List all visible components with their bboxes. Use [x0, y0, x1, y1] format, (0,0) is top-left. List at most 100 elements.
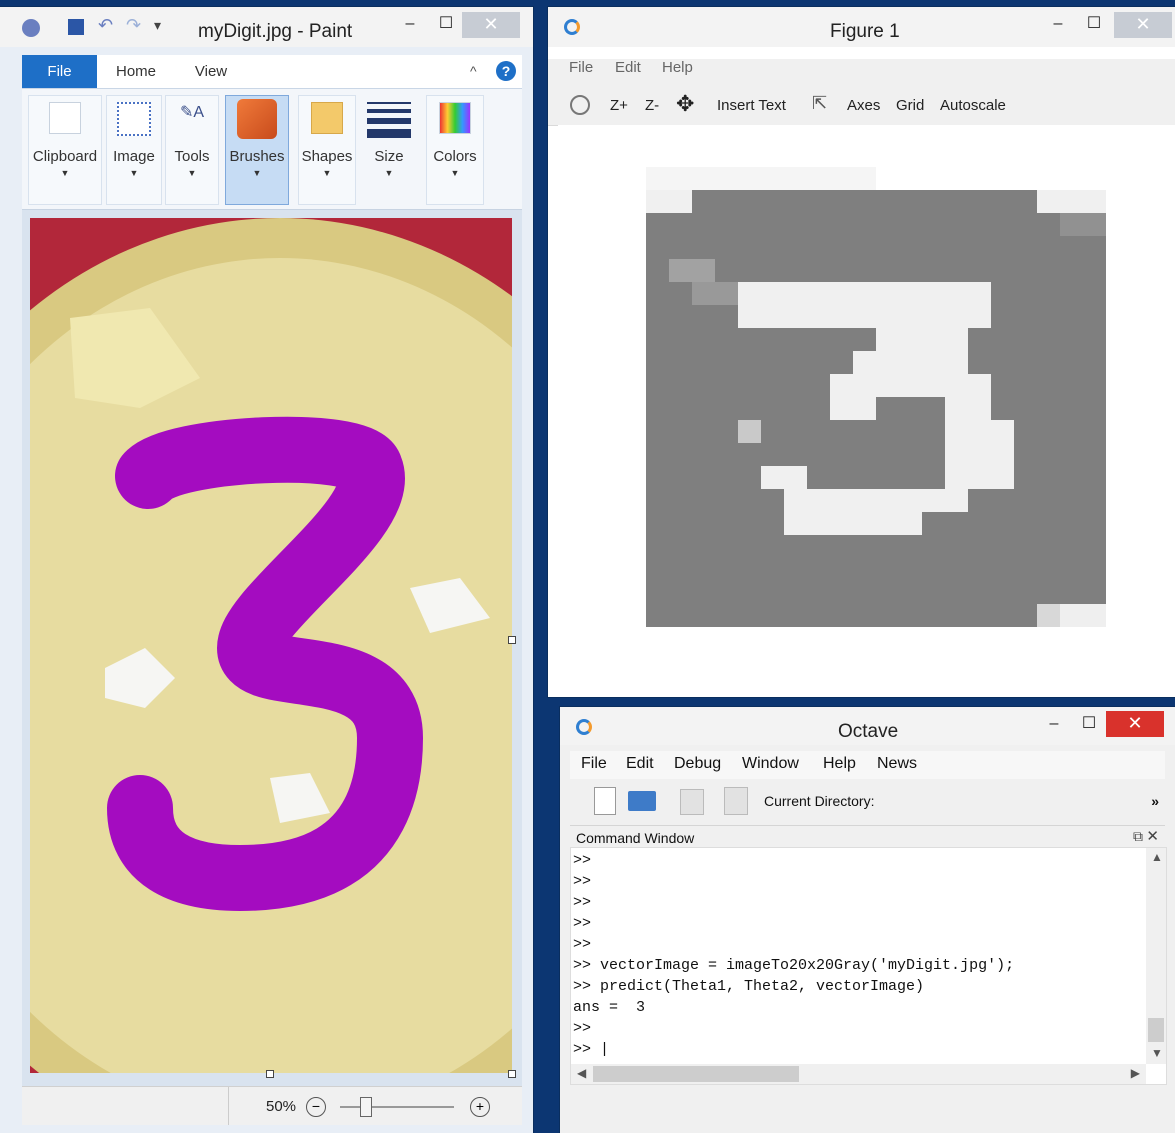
brush-icon: [237, 99, 277, 139]
ribbon-tabs: File Home View ^ ?: [22, 55, 522, 89]
close-button[interactable]: ✕: [462, 12, 520, 38]
command-line: >>: [573, 852, 592, 869]
help-icon[interactable]: ?: [496, 61, 516, 81]
octave-menu-news[interactable]: News: [877, 755, 917, 773]
figure-titlebar: Figure 1 – ☐ ✕: [548, 7, 1175, 47]
pan-icon[interactable]: ✥: [676, 91, 694, 117]
octave-toolbar: Current Directory: »: [570, 781, 1165, 821]
resize-handle[interactable]: [266, 1070, 274, 1078]
autoscale-tool[interactable]: Autoscale: [940, 97, 1006, 114]
grayscale-digit-image: [646, 167, 1106, 627]
redo-icon[interactable]: ↷: [126, 15, 141, 36]
undock-icon[interactable]: ⧉: [1133, 828, 1143, 845]
horizontal-scroll-thumb[interactable]: [593, 1066, 799, 1082]
colors-group[interactable]: Colors ▼: [426, 95, 484, 205]
command-window[interactable]: >> >> >> >> >> >> vectorImage = imageTo2…: [570, 847, 1167, 1085]
horizontal-scrollbar[interactable]: ◀ ▶: [571, 1064, 1146, 1084]
paint-canvas-area: [22, 210, 522, 1086]
octave-menu-window[interactable]: Window: [742, 755, 799, 773]
figure-menu-file[interactable]: File: [569, 59, 593, 76]
close-button[interactable]: ✕: [1106, 711, 1164, 737]
save-icon[interactable]: [68, 19, 84, 35]
close-pane-icon[interactable]: ✕: [1146, 827, 1159, 845]
zoom-level: 50%: [266, 1098, 297, 1115]
brushes-label: Brushes: [229, 148, 285, 165]
figure-menu-help[interactable]: Help: [662, 59, 693, 76]
figure-window: Figure 1 – ☐ ✕ File Edit Help Z+ Z- ✥ In…: [548, 7, 1175, 697]
octave-menu-help[interactable]: Help: [823, 755, 856, 773]
command-prompt[interactable]: >> |: [573, 1041, 609, 1058]
size-label: Size: [374, 148, 404, 165]
vertical-scroll-thumb[interactable]: [1148, 1018, 1164, 1042]
open-folder-icon[interactable]: [628, 791, 656, 811]
home-ribbon: Clipboard ▼ Image ▼ ✎A Tools ▼ Brushes ▼…: [22, 89, 522, 210]
paint-window-title: myDigit.jpg - Paint: [198, 21, 353, 42]
zoom-out-button[interactable]: −: [306, 1097, 326, 1117]
octave-menu-edit[interactable]: Edit: [626, 755, 654, 773]
image-group[interactable]: Image ▼: [106, 95, 162, 205]
octave-titlebar: Octave – ☐ ✕: [560, 707, 1175, 745]
zoom-in-tool[interactable]: Z+: [610, 97, 628, 114]
figure-plot-area: [558, 125, 1175, 695]
select-icon: [117, 102, 151, 136]
chevron-down-icon: ▼: [322, 168, 332, 178]
image-label: Image: [113, 148, 155, 165]
zoom-slider-thumb[interactable]: [360, 1097, 372, 1117]
octave-menu-file[interactable]: File: [581, 755, 607, 773]
scroll-up-icon[interactable]: ▲: [1151, 850, 1163, 864]
chevron-down-icon: ▼: [450, 168, 460, 178]
size-group[interactable]: Size ▼: [360, 95, 418, 205]
toolbar-overflow-button[interactable]: »: [1151, 793, 1159, 809]
octave-menu-debug[interactable]: Debug: [674, 755, 721, 773]
scroll-down-icon[interactable]: ▼: [1151, 1046, 1163, 1060]
command-line: >>: [573, 873, 592, 890]
maximize-button[interactable]: ☐: [1079, 713, 1099, 737]
octave-window: Octave – ☐ ✕ File Edit Debug Window Help…: [560, 707, 1175, 1133]
tools-icon: ✎A: [179, 104, 205, 121]
tab-home[interactable]: Home: [100, 55, 172, 88]
figure-menu-edit[interactable]: Edit: [615, 59, 641, 76]
vertical-scrollbar[interactable]: ▲ ▼: [1146, 848, 1166, 1064]
maximize-button[interactable]: ☐: [436, 13, 456, 37]
octave-window-title: Octave: [838, 721, 899, 742]
axes-tool[interactable]: Axes: [847, 97, 880, 114]
tab-view[interactable]: View: [174, 55, 248, 88]
resize-handle[interactable]: [508, 1070, 516, 1078]
command-window-header: Command Window ⧉ ✕: [570, 825, 1165, 848]
figure-toolbar: Z+ Z- ✥ Insert Text ⇱ Axes Grid Autoscal…: [548, 85, 1175, 126]
resize-handle[interactable]: [508, 636, 516, 644]
shapes-group[interactable]: Shapes ▼: [298, 95, 356, 205]
new-script-icon[interactable]: [594, 787, 616, 815]
paste-icon[interactable]: [724, 787, 748, 815]
tools-label: Tools: [174, 148, 210, 165]
zoom-slider-track[interactable]: [340, 1106, 454, 1108]
shapes-icon: [311, 102, 343, 134]
rotate-icon[interactable]: [570, 95, 590, 115]
chevron-down-icon: ▼: [129, 168, 139, 178]
brushes-group[interactable]: Brushes ▼: [225, 95, 289, 205]
customize-qat-icon[interactable]: ▾: [154, 17, 161, 34]
scroll-right-icon[interactable]: ▶: [1131, 1066, 1140, 1080]
insert-text-tool[interactable]: Insert Text: [717, 97, 786, 114]
minimize-button[interactable]: –: [1048, 13, 1068, 37]
select-pointer-icon[interactable]: ⇱: [812, 93, 827, 114]
scroll-left-icon[interactable]: ◀: [577, 1066, 586, 1080]
clipboard-icon: [49, 102, 81, 134]
tab-file[interactable]: File: [22, 55, 97, 88]
maximize-button[interactable]: ☐: [1084, 13, 1104, 37]
undo-icon[interactable]: ↶: [98, 15, 113, 36]
paint-canvas[interactable]: [30, 218, 512, 1073]
collapse-ribbon-icon[interactable]: ^: [470, 63, 477, 79]
minimize-button[interactable]: –: [1044, 713, 1064, 737]
colors-icon: [439, 102, 471, 134]
copy-icon[interactable]: [680, 789, 704, 815]
minimize-button[interactable]: –: [400, 13, 420, 37]
zoom-in-button[interactable]: +: [470, 1097, 490, 1117]
tools-group[interactable]: ✎A Tools ▼: [165, 95, 219, 205]
grid-tool[interactable]: Grid: [896, 97, 924, 114]
clipboard-group[interactable]: Clipboard ▼: [28, 95, 102, 205]
command-line: >>: [573, 894, 592, 911]
zoom-out-tool[interactable]: Z-: [645, 97, 659, 114]
command-line: >> vectorImage = imageTo20x20Gray('myDig…: [573, 957, 1015, 974]
close-button[interactable]: ✕: [1114, 12, 1172, 38]
